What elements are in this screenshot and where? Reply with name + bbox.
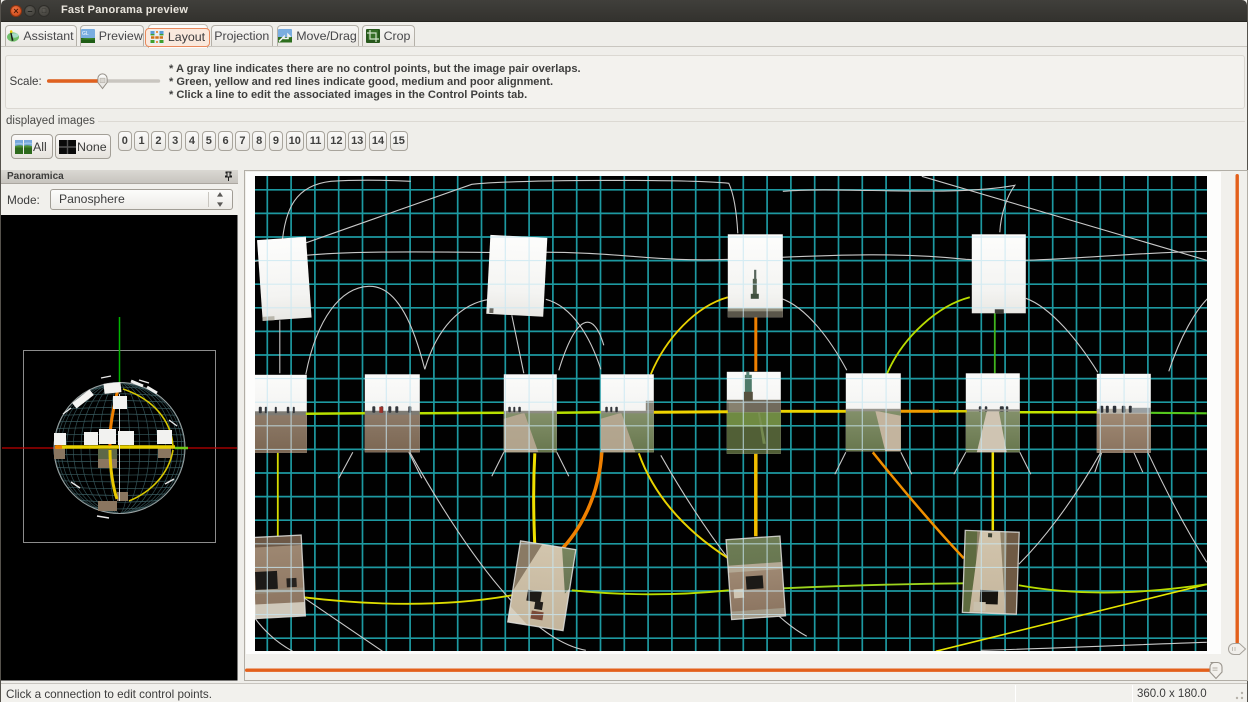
svg-text:GL: GL [82, 31, 89, 37]
